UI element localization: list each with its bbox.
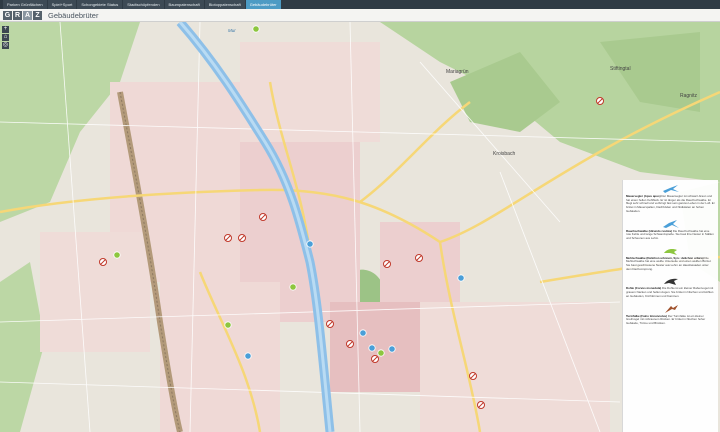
top-navigation: Parken Grünflächen Spiel+Sport Schongebi… — [0, 0, 720, 9]
app-window: Parken Grünflächen Spiel+Sport Schongebi… — [0, 0, 720, 432]
legend-description: Der Mauersegler ist schwarz-braun und ha… — [626, 194, 715, 213]
marker-green[interactable] — [224, 321, 232, 329]
marker-red-prohibited[interactable] — [99, 258, 107, 266]
marker-blue[interactable] — [368, 344, 376, 352]
marker-blue[interactable] — [306, 240, 314, 248]
marker-red-prohibited[interactable] — [238, 234, 246, 242]
marker-green[interactable] — [113, 251, 121, 259]
zoom-in-button[interactable]: + — [2, 26, 9, 33]
marker-blue[interactable] — [388, 345, 396, 353]
map-label-district: Kroisbach — [493, 151, 515, 157]
marker-blue[interactable] — [457, 274, 465, 282]
tab-biotope-sponsorship[interactable]: Biotoppatenschaft — [204, 0, 245, 9]
tab-sport[interactable]: Spiel+Sport — [47, 0, 77, 9]
marker-red-prohibited[interactable] — [415, 254, 423, 262]
map-svg[interactable]: Mur Mariagrün Kroisbach Stiftingtal Ragn… — [0, 22, 720, 432]
graz-logo[interactable]: G R A Z — [3, 10, 43, 20]
marker-red-prohibited[interactable] — [596, 97, 604, 105]
tab-parks[interactable]: Parken Grünflächen — [3, 0, 47, 9]
marker-red-prohibited[interactable] — [259, 213, 267, 221]
logo-letter: G — [3, 10, 12, 20]
marker-red-prohibited[interactable] — [383, 260, 391, 268]
logo-letter: A — [23, 10, 32, 20]
legend-entry-swift: Mauersegler (Apus apus) Der Mauersegler … — [626, 184, 715, 214]
legend-panel: Mauersegler (Apus apus) Der Mauersegler … — [622, 180, 718, 432]
map-label-district: Mariagrün — [446, 69, 469, 75]
logo-letter: R — [13, 10, 22, 20]
marker-red-prohibited[interactable] — [477, 401, 485, 409]
marker-green[interactable] — [252, 25, 260, 33]
map-label-district: Stiftingtal — [610, 66, 631, 72]
legend-entry-jackdaw: Dohle (Corvus monedula) Die Dohle ist ei… — [626, 276, 715, 298]
map-canvas[interactable]: Mur Mariagrün Kroisbach Stiftingtal Ragn… — [0, 22, 720, 432]
home-button[interactable]: ⌂ — [2, 34, 9, 41]
legend-entry-house-martin: Mehlschwalbe (Delichon urbicum, Syn.: de… — [626, 246, 715, 272]
marker-green[interactable] — [377, 349, 385, 357]
logo-letter: Z — [33, 10, 42, 20]
locate-button[interactable]: ◎ — [2, 42, 9, 49]
legend-entry-kestrel: Turmfalke (Falco tinnunculus) Der Turmfa… — [626, 304, 715, 326]
page-title: Gebäudebrüter — [48, 10, 99, 20]
marker-red-prohibited[interactable] — [326, 320, 334, 328]
tab-tree-sponsorship[interactable]: Baumpatenschaft — [164, 0, 204, 9]
tab-building-breeders[interactable]: Gebäudebrüter — [245, 0, 281, 9]
tab-protected-areas[interactable]: Schongebiete Status — [77, 0, 123, 9]
marker-blue[interactable] — [359, 329, 367, 337]
title-bar: G R A Z Gebäudebrüter — [0, 9, 720, 22]
tab-city-creators[interactable]: Stadtschöpfenden — [123, 0, 164, 9]
marker-blue[interactable] — [244, 352, 252, 360]
marker-red-prohibited[interactable] — [346, 340, 354, 348]
marker-green[interactable] — [289, 283, 297, 291]
marker-red-prohibited[interactable] — [371, 355, 379, 363]
map-controls: + ⌂ ◎ — [2, 26, 9, 50]
legend-entry-barn-swallow: Rauchschwalbe (Hirundo rustica) Die Rauc… — [626, 219, 715, 241]
map-label-district: Ragnitz — [680, 93, 697, 99]
marker-red-prohibited[interactable] — [469, 372, 477, 380]
marker-red-prohibited[interactable] — [224, 234, 232, 242]
map-label-river: Mur — [228, 28, 236, 33]
